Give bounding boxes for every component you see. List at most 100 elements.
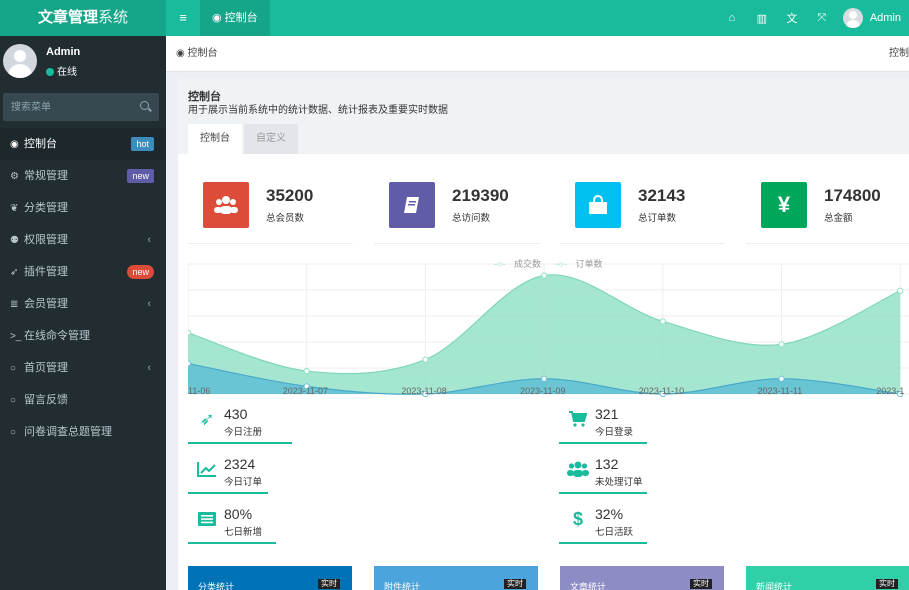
circle-icon: ○: [10, 395, 17, 406]
mini-stat-value: 2324: [224, 456, 256, 472]
rocket-icon: ➶: [10, 267, 19, 278]
rocket-icon: ➶: [199, 408, 215, 429]
stat-value: 32143: [638, 186, 686, 205]
breadcrumb: ◉ 控制台 控制: [166, 36, 909, 72]
breadcrumb-item[interactable]: 控制台: [188, 48, 218, 59]
data-point[interactable]: [541, 272, 548, 279]
user-status: 在线: [46, 63, 77, 78]
card-article-stats[interactable]: 文章统计 实时: [560, 566, 724, 590]
sidebar-item-addon[interactable]: ➶ 插件管理 new: [0, 256, 166, 288]
online-dot-icon: [46, 68, 54, 76]
menu-toggle-icon[interactable]: ≡: [172, 0, 194, 36]
data-point[interactable]: [422, 356, 429, 363]
sidebar-item-survey[interactable]: ○ 问卷调查总题管理: [0, 416, 166, 448]
card-news-stats[interactable]: 新闻统计 实时: [746, 566, 909, 590]
mini-stat-orders: 2324 今日订单: [188, 452, 368, 496]
card-category-stats[interactable]: 分类统计 实时: [188, 566, 352, 590]
home-icon[interactable]: ⌂: [717, 12, 747, 24]
sidebar-item-user[interactable]: ≣ 会员管理 ‹: [0, 288, 166, 320]
chevron-left-icon: ‹: [147, 234, 151, 246]
mini-stat-label: 今日注册: [224, 427, 263, 438]
x-tick-label: 2023-1: [876, 386, 905, 396]
leaf-icon: ❦: [10, 203, 19, 214]
panel-header: 控制台 用于展示当前系统中的统计数据、统计报表及重要实时数据 控制台 自定义: [178, 78, 909, 154]
shopping-bag-icon: [575, 182, 621, 228]
circle-icon: ○: [10, 363, 17, 374]
chevron-left-icon: ‹: [147, 298, 151, 310]
sidebar-item-feedback[interactable]: ○ 留言反馈: [0, 384, 166, 416]
x-axis-labels: 11-06 2023-11-07 2023-11-08 2023-11-09 2023-…: [166, 386, 909, 400]
data-point[interactable]: [897, 287, 904, 294]
sidebar-nav: ◉ 控制台 hot ⚙ 常规管理 new ❦ 分类管理 ⚉ 权限管理 ‹ ➶ 插件管理 n…: [0, 128, 166, 448]
cogs-icon: ⚙: [10, 171, 19, 182]
mini-stat-login: 321 今日登录: [559, 402, 739, 446]
sidebar-item-general[interactable]: ⚙ 常规管理 new: [0, 160, 166, 192]
divider: [559, 442, 647, 444]
dollar-icon: $: [572, 508, 583, 529]
data-point[interactable]: [659, 318, 666, 325]
x-tick-label: 2023-11-08: [401, 386, 447, 396]
stat-label: 总订单数: [638, 213, 677, 224]
data-point[interactable]: [184, 329, 192, 336]
x-tick-label: 2023-11-11: [757, 386, 803, 396]
stat-card-amount: ¥ 174800 总金额: [746, 178, 909, 244]
mini-stat-register: ➶ 430 今日注册: [188, 402, 368, 446]
dashboard-icon: ◉: [176, 48, 185, 59]
sidebar-item-home[interactable]: ○ 首页管理 ‹: [0, 352, 166, 384]
tab-dashboard[interactable]: 控制台: [188, 124, 242, 154]
data-point[interactable]: [778, 375, 785, 382]
data-point[interactable]: [303, 367, 310, 375]
chart-legend: -○- 成交数 -○- 订单数: [494, 257, 614, 270]
divider: [188, 492, 268, 494]
user-name: Admin: [46, 46, 81, 58]
x-tick-label: 2023-11-09: [520, 386, 566, 396]
legend-item[interactable]: -○- 订单数: [555, 259, 608, 269]
translate-icon[interactable]: 文: [777, 10, 807, 26]
realtime-badge: 实时: [876, 579, 898, 589]
sidebar-item-dashboard[interactable]: ◉ 控制台 hot: [0, 128, 166, 160]
divider: [559, 492, 647, 494]
data-point[interactable]: [778, 341, 785, 348]
menu-search: [3, 93, 159, 121]
dashboard-icon: ◉: [10, 139, 19, 150]
app: 文章管理系统 ≡ ◉ 控制台 ⌂ ▥ 文 ⤧ Admin Admin 在线 ◉控…: [0, 0, 909, 590]
mini-stat-value: 321: [595, 406, 619, 422]
stat-label: 总金额: [824, 213, 853, 224]
legend-item[interactable]: -○- 成交数: [494, 259, 547, 269]
data-point[interactable]: [541, 375, 548, 382]
mini-stat-label: 今日订单: [224, 477, 263, 488]
sidebar-item-category[interactable]: ❦ 分类管理: [0, 192, 166, 224]
mini-stat-value: 32%: [595, 506, 624, 522]
trash-icon[interactable]: ▥: [747, 12, 777, 25]
stat-label: 总访问数: [452, 213, 491, 224]
realtime-badge: 实时: [318, 579, 340, 589]
top-user-menu[interactable]: Admin: [837, 8, 909, 28]
group-icon: ⚉: [10, 235, 19, 246]
sidebar-item-command[interactable]: >_ 在线命令管理: [0, 320, 166, 352]
x-tick-label: 2023-11-07: [282, 386, 329, 396]
x-tick-label: 2023-11-10: [638, 386, 685, 396]
group-icon: [567, 458, 589, 480]
top-tab-dashboard[interactable]: ◉ 控制台: [200, 0, 270, 36]
stat-card-visits: 219390 总访问数: [374, 178, 539, 244]
new-badge: new: [127, 265, 154, 279]
x-tick-label: 11-06: [188, 386, 211, 396]
circle-icon: ○: [10, 427, 17, 438]
tab-custom[interactable]: 自定义: [244, 124, 298, 154]
fullscreen-icon[interactable]: ⤧: [807, 12, 837, 25]
data-point[interactable]: [184, 360, 192, 367]
mini-stat-value: 430: [224, 406, 248, 422]
search-input[interactable]: [3, 93, 133, 121]
stat-value: 35200: [266, 186, 314, 205]
search-icon[interactable]: [140, 101, 149, 110]
list-icon: [196, 508, 218, 530]
users-icon: [203, 182, 249, 228]
terminal-icon: >_: [10, 331, 22, 342]
mini-stat-label: 未处理订单: [595, 477, 643, 488]
avatar: [3, 44, 37, 78]
divider: [188, 542, 276, 544]
brand-logo[interactable]: 文章管理系统: [0, 0, 166, 36]
card-attachment-stats[interactable]: 附件统计 实时: [374, 566, 538, 590]
topbar: 文章管理系统 ≡ ◉ 控制台 ⌂ ▥ 文 ⤧ Admin: [0, 0, 909, 36]
sidebar-item-auth[interactable]: ⚉ 权限管理 ‹: [0, 224, 166, 256]
